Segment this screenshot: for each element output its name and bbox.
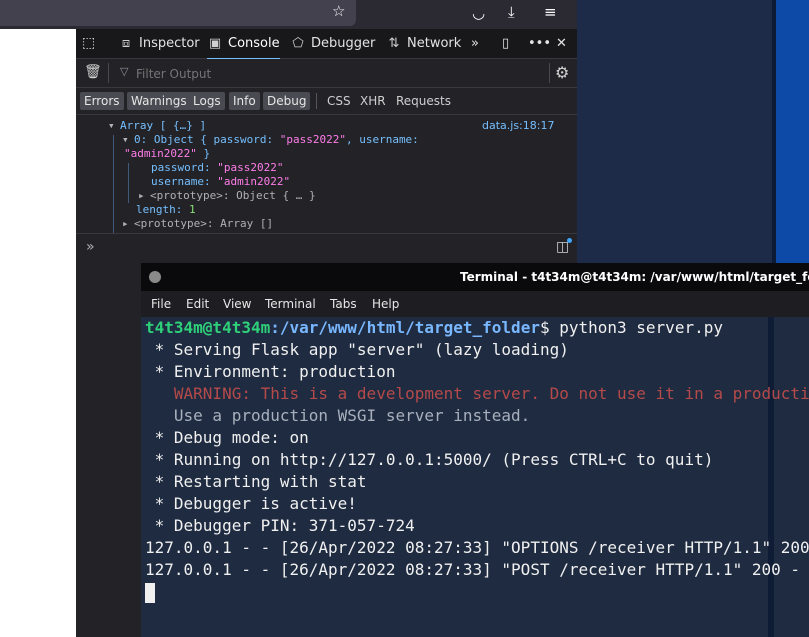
menu-view[interactable]: View: [223, 291, 251, 317]
object-row[interactable]: ▾ 0: Object { password: "pass2022", usern…: [122, 133, 419, 147]
length-row: length: 1: [136, 203, 196, 216]
menu-help[interactable]: Help: [372, 291, 399, 317]
expand-triangle-icon[interactable]: ▾: [122, 133, 134, 147]
expand-triangle-icon[interactable]: ▸: [122, 217, 134, 231]
filter-requests[interactable]: Requests: [396, 92, 451, 110]
terminal-titlebar[interactable]: Terminal - t4t34m@t4t34m: /var/www/html/…: [141, 263, 809, 291]
devtools-tabbar: ⬚ ⧈ Inspector ▣ Console ⬠ Debugger ⇅ Network…: [76, 29, 577, 60]
network-icon: ⇅: [388, 36, 400, 51]
prompt-line: t4t34m@t4t34m:/var/www/html/target_folde…: [145, 318, 723, 337]
output-line: * Restarting with stat: [145, 472, 367, 491]
log-line: 127.0.0.1 - - [26/Apr/2022 08:27:33] "OP…: [145, 538, 809, 557]
expand-triangle-icon[interactable]: ▾: [108, 119, 120, 133]
warning-line: WARNING: This is a development server. D…: [173, 384, 809, 403]
terminal-window: Terminal - t4t34m@t4t34m: /var/www/html/…: [141, 263, 809, 637]
filter-css[interactable]: CSS: [327, 92, 351, 110]
url-bar[interactable]: ☆: [0, 0, 356, 26]
filter-errors[interactable]: Errors: [80, 92, 124, 110]
inspector-icon: ⧈: [121, 36, 131, 51]
output-line: * Debugger is active!: [145, 494, 357, 513]
tab-inspector[interactable]: ⧈ Inspector: [118, 29, 200, 58]
menu-edit[interactable]: Edit: [186, 291, 209, 317]
trash-icon[interactable]: 🗑: [84, 64, 102, 80]
filter-debug[interactable]: Debug: [263, 92, 311, 110]
filter-bar: 🗑 ▽ ⚙: [76, 59, 577, 88]
output-line: Use a production WSGI server instead.: [145, 406, 531, 425]
terminal-output[interactable]: t4t34m@t4t34m:/var/www/html/target_folde…: [141, 317, 809, 637]
download-icon[interactable]: ⤓: [508, 5, 515, 20]
tab-network[interactable]: ⇅ Network: [386, 29, 462, 58]
console-input[interactable]: » ◫: [76, 234, 577, 264]
menu-terminal[interactable]: Terminal: [265, 291, 316, 317]
filter-logs[interactable]: Logs: [189, 92, 225, 110]
browser-toolbar: ☆ ◡ ⤓ ≡: [0, 0, 577, 30]
window-menu-icon[interactable]: [149, 271, 161, 283]
array-row[interactable]: ▾ Array [ {…} ]: [108, 119, 206, 133]
filter-icon: ▽: [120, 65, 129, 78]
console-icon: ▣: [208, 36, 222, 51]
tab-console[interactable]: ▣ Console: [207, 29, 280, 60]
terminal-menubar: File Edit View Terminal Tabs Help: [141, 291, 809, 317]
filter-warnings[interactable]: Warnings: [127, 92, 191, 110]
log-level-filters: Errors Warnings Logs Info Debug CSS XHR …: [76, 88, 577, 115]
array-prototype-row[interactable]: ▸ <prototype>: Array []: [122, 217, 273, 231]
gear-icon[interactable]: ⚙: [555, 63, 569, 82]
username-row: username: "admin2022": [151, 175, 291, 188]
object-row-wrap: "admin2022" }: [124, 147, 211, 160]
password-row: password: "pass2022": [151, 161, 284, 174]
more-tabs-icon[interactable]: »: [471, 29, 479, 58]
close-icon[interactable]: ✕: [556, 29, 567, 58]
debugger-icon: ⬠: [292, 36, 304, 51]
output-line: * Running on http://127.0.0.1:5000/ (Pre…: [145, 450, 714, 469]
output-line: * Serving Flask app "server" (lazy loadi…: [145, 340, 569, 359]
expand-triangle-icon[interactable]: ▸: [138, 189, 150, 203]
tab-debugger[interactable]: ⬠ Debugger: [290, 29, 375, 58]
hamburger-menu-icon[interactable]: ≡: [544, 5, 557, 20]
log-source-link[interactable]: data.js:18:17: [482, 119, 554, 133]
notification-dot: [567, 238, 572, 243]
object-prototype-row[interactable]: ▸ <prototype>: Object { … }: [138, 189, 316, 203]
element-picker-icon[interactable]: ⬚: [82, 29, 95, 58]
bookmark-star-icon[interactable]: ☆: [332, 4, 345, 19]
more-options-icon[interactable]: •••: [528, 29, 551, 58]
menu-file[interactable]: File: [151, 291, 171, 317]
console-prompt-icon: »: [86, 239, 95, 255]
pocket-icon[interactable]: ◡: [472, 6, 485, 21]
terminal-title: Terminal - t4t34m@t4t34m: /var/www/html/…: [460, 270, 809, 284]
filter-xhr[interactable]: XHR: [360, 92, 386, 110]
console-output: data.js:18:17 ▾ Array [ {…} ] ▾ 0: Object …: [76, 115, 577, 234]
responsive-design-icon[interactable]: ▯: [502, 29, 509, 58]
log-line: 127.0.0.1 - - [26/Apr/2022 08:27:33] "PO…: [145, 560, 801, 579]
menu-tabs[interactable]: Tabs: [330, 291, 357, 317]
output-line: * Environment: production: [145, 362, 396, 381]
terminal-cursor: [145, 583, 155, 603]
filter-info[interactable]: Info: [229, 92, 260, 110]
page-content: [0, 29, 76, 637]
output-line: * Debug mode: on: [145, 428, 309, 447]
filter-input[interactable]: [134, 64, 538, 84]
output-line: * Debugger PIN: 371-057-724: [145, 516, 415, 535]
